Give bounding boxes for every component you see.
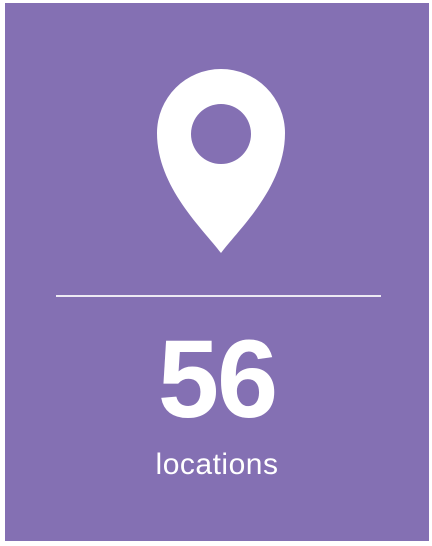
divider <box>56 295 381 297</box>
stat-label: locations <box>155 448 279 481</box>
stat-card: 56 locations <box>5 3 429 541</box>
map-pin-icon <box>157 69 285 253</box>
stat-value: 56 <box>157 318 278 441</box>
